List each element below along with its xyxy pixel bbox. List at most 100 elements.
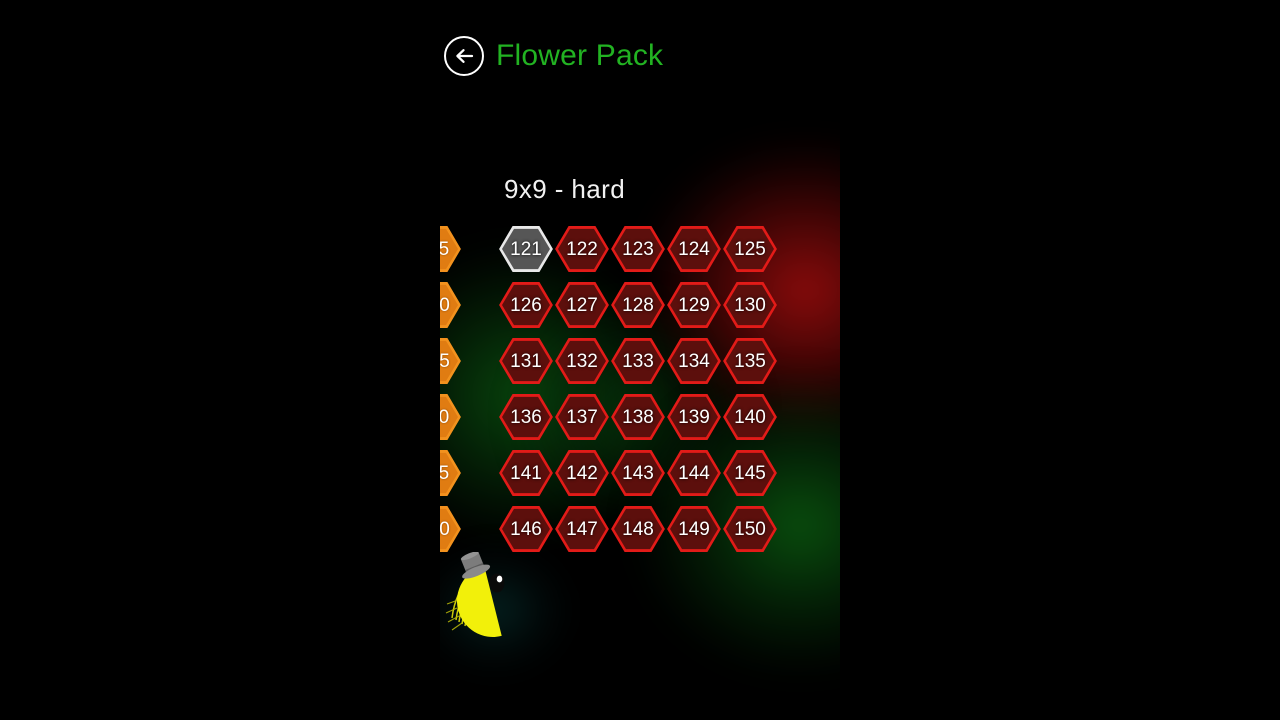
hex-label: 136 [510,406,542,428]
level-tile-133[interactable]: 133 [611,337,665,385]
level-tile-143[interactable]: 143 [611,449,665,497]
level-tile-cell: 125 [722,221,778,277]
hex-label: 138 [622,406,654,428]
hex-label: 144 [678,462,710,484]
pacman-character [444,552,540,654]
level-tile-cell: 144 [666,445,722,501]
hex-label: 129 [678,294,710,316]
hex-label: 110 [440,406,450,428]
hex-label: 126 [510,294,542,316]
level-tile-cell: 149 [666,501,722,557]
level-tile-cell: 134 [666,333,722,389]
hex-label: 147 [566,518,598,540]
hex-label: 120 [440,294,450,316]
letterbox-left [0,0,440,720]
level-tile-131[interactable]: 131 [499,337,553,385]
level-tile-127[interactable]: 127 [555,281,609,329]
previous-pack-edge-column: 115 120 105 110 115 120 [440,221,462,557]
hex-label: 139 [678,406,710,428]
level-tile-130[interactable]: 130 [723,281,777,329]
level-tile-142[interactable]: 142 [555,449,609,497]
level-tile-129[interactable]: 129 [667,281,721,329]
hex-label: 128 [622,294,654,316]
level-tile-147[interactable]: 147 [555,505,609,553]
level-tile-124[interactable]: 124 [667,225,721,273]
hex-label: 150 [734,518,766,540]
previous-level-tile-115[interactable]: 115 [440,449,461,497]
level-tile-145[interactable]: 145 [723,449,777,497]
hex-label: 122 [566,238,598,260]
level-tile-140[interactable]: 140 [723,393,777,441]
level-tile-cell: 133 [610,333,666,389]
level-tile-cell: 122 [554,221,610,277]
level-tile-126[interactable]: 126 [499,281,553,329]
level-tile-149[interactable]: 149 [667,505,721,553]
hex-label: 120 [440,518,450,540]
level-tile-139[interactable]: 139 [667,393,721,441]
level-tile-cell: 123 [610,221,666,277]
hex-label: 115 [440,462,450,484]
level-tile-128[interactable]: 128 [611,281,665,329]
previous-level-tile-120[interactable]: 120 [440,505,461,553]
level-tile-cell: 132 [554,333,610,389]
previous-level-tile-cell: 105 [440,333,462,389]
hex-label: 121 [510,238,542,260]
hex-label: 115 [440,238,450,260]
hex-label: 142 [566,462,598,484]
level-tile-141[interactable]: 141 [499,449,553,497]
level-tile-121[interactable]: 121 [499,225,553,273]
previous-level-tile-cell: 115 [440,445,462,501]
level-tile-cell: 130 [722,277,778,333]
level-tile-125[interactable]: 125 [723,225,777,273]
level-tile-cell: 135 [722,333,778,389]
hex-label: 125 [734,238,766,260]
level-tile-148[interactable]: 148 [611,505,665,553]
hex-label: 141 [510,462,542,484]
hex-label: 145 [734,462,766,484]
hex-label: 140 [734,406,766,428]
app-screen: Flower Pack 9x9 - hard 115 120 105 110 115 12… [0,0,1280,720]
hex-label: 105 [440,350,450,372]
level-tile-136[interactable]: 136 [499,393,553,441]
level-tile-cell: 140 [722,389,778,445]
level-tile-135[interactable]: 135 [723,337,777,385]
previous-level-tile-115[interactable]: 115 [440,225,461,273]
hex-label: 127 [566,294,598,316]
level-tile-134[interactable]: 134 [667,337,721,385]
previous-level-tile-110[interactable]: 110 [440,393,461,441]
level-tile-cell: 146 [498,501,554,557]
hex-label: 137 [566,406,598,428]
hex-label: 134 [678,350,710,372]
mascot-eye [489,573,505,593]
hex-label: 131 [510,350,542,372]
level-tile-137[interactable]: 137 [555,393,609,441]
content-panel: Flower Pack 9x9 - hard 115 120 105 110 115 12… [440,0,840,720]
level-tile-cell: 127 [554,277,610,333]
letterbox-right [840,0,1280,720]
level-tile-150[interactable]: 150 [723,505,777,553]
section-heading: 9x9 - hard [504,174,626,204]
level-tile-123[interactable]: 123 [611,225,665,273]
hex-label: 135 [734,350,766,372]
hex-label: 130 [734,294,766,316]
arrow-left-icon [456,49,474,63]
back-button[interactable] [444,36,484,76]
level-tile-146[interactable]: 146 [499,505,553,553]
level-tile-cell: 128 [610,277,666,333]
hex-label: 132 [566,350,598,372]
previous-level-tile-120[interactable]: 120 [440,281,461,329]
previous-level-tile-cell: 120 [440,501,462,557]
previous-level-tile-cell: 110 [440,389,462,445]
previous-level-tile-cell: 115 [440,221,462,277]
level-tile-cell: 143 [610,445,666,501]
hex-label: 143 [622,462,654,484]
level-tile-132[interactable]: 132 [555,337,609,385]
hex-label: 149 [678,518,710,540]
level-tile-cell: 145 [722,445,778,501]
hex-label: 123 [622,238,654,260]
level-tile-122[interactable]: 122 [555,225,609,273]
previous-level-tile-105[interactable]: 105 [440,337,461,385]
level-tile-138[interactable]: 138 [611,393,665,441]
level-tile-144[interactable]: 144 [667,449,721,497]
level-tile-cell: 129 [666,277,722,333]
